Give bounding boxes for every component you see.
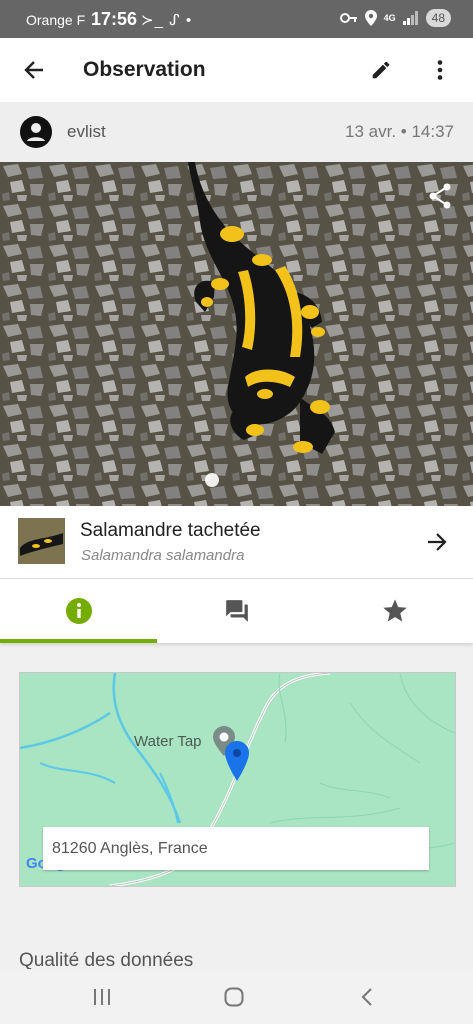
address-card: 81260 Anglès, France — [43, 827, 429, 870]
tab-favorites[interactable] — [316, 579, 473, 643]
active-tab-indicator — [0, 639, 157, 643]
battery-badge: 48 — [425, 9, 451, 27]
taxon-thumbnail — [18, 518, 65, 564]
home-icon — [224, 987, 244, 1007]
observation-photo[interactable] — [0, 162, 473, 506]
page-title: Observation — [83, 58, 206, 81]
location-icon — [364, 10, 377, 26]
star-icon — [382, 599, 407, 622]
more-vert-icon — [437, 60, 443, 80]
share-icon — [429, 183, 451, 209]
taxon-open-button[interactable] — [417, 522, 457, 562]
observer-row[interactable]: evlist 13 avr. • 14:37 — [0, 102, 473, 162]
chevron-left-icon — [361, 988, 372, 1006]
system-nav-bar — [0, 969, 473, 1024]
status-bar: Orange F 17:56 ≻_ ᔑ • 4G 48 — [0, 0, 473, 38]
share-button[interactable] — [420, 176, 460, 216]
carrier-label: Orange F — [26, 12, 86, 28]
home-button[interactable] — [212, 979, 256, 1015]
map-address: 81260 Anglès, France — [52, 840, 208, 857]
taxon-row[interactable]: Salamandre tachetée Salamandra salamandr… — [0, 506, 473, 579]
signal-icon — [402, 11, 418, 25]
location-pin-icon — [225, 741, 249, 781]
taxon-thumbnail-image — [18, 518, 65, 564]
location-map[interactable]: Water Tap Google 81260 Anglès, France — [19, 672, 456, 887]
key-icon — [339, 13, 357, 23]
salamander-photo-image — [0, 162, 473, 506]
clock: 17:56 — [91, 9, 138, 29]
avatar — [20, 116, 52, 148]
recents-icon — [94, 989, 110, 1005]
notification-icons: ≻_ ᔑ • — [141, 12, 193, 29]
overflow-menu-button[interactable] — [420, 50, 460, 90]
recents-button[interactable] — [80, 979, 124, 1015]
app-bar: Observation — [0, 38, 473, 102]
observer-username[interactable]: evlist — [67, 122, 106, 142]
tab-comments[interactable] — [158, 579, 315, 643]
arrow-right-icon — [428, 533, 447, 551]
info-icon — [65, 598, 92, 624]
edit-button[interactable] — [361, 50, 401, 90]
map-place-label: Water Tap — [134, 733, 202, 750]
status-right-icons: 4G 48 — [339, 9, 451, 27]
tab-bar — [0, 579, 473, 643]
photo-page-indicator — [205, 473, 219, 487]
tab-info[interactable] — [0, 579, 157, 643]
taxon-common-name: Salamandre tachetée — [80, 520, 261, 541]
taxon-scientific-name: Salamandra salamandra — [81, 547, 245, 564]
pencil-icon — [372, 61, 390, 79]
observation-datetime: 13 avr. • 14:37 — [345, 122, 454, 141]
back-button[interactable] — [14, 50, 54, 90]
network-type: 4G — [383, 13, 396, 23]
arrow-left-icon — [24, 61, 43, 79]
system-back-button[interactable] — [345, 979, 389, 1015]
forum-icon — [225, 600, 248, 622]
